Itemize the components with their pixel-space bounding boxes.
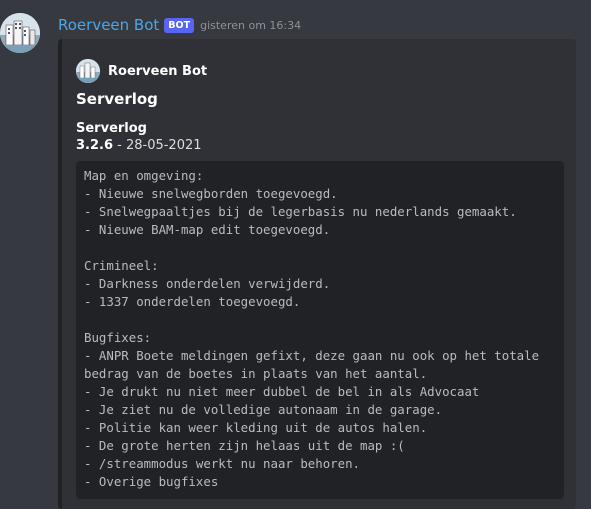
username[interactable]: Roerveen Bot bbox=[58, 16, 159, 34]
code-line: - Je ziet nu de volledige autonaam in de… bbox=[84, 402, 443, 417]
code-line: Crimineel: bbox=[84, 258, 159, 273]
code-line: - Snelwegpaaltjes bij de legerbasis nu n… bbox=[84, 204, 517, 219]
code-line: - Nieuwe BAM-map edit toegevoegd. bbox=[84, 222, 331, 237]
embed-title: Serverlog bbox=[76, 90, 158, 108]
code-line: bedrag van de boetes in plaats van het a… bbox=[84, 366, 428, 381]
chat-message: Roerveen Bot BOT gisteren om 16:34 Roerv… bbox=[0, 0, 591, 509]
bot-avatar-icon[interactable] bbox=[0, 13, 40, 53]
code-line: - Nieuwe snelwegborden toegevoegd. bbox=[84, 186, 338, 201]
embed: Roerveen Bot Serverlog Serverlog 3.2.6 -… bbox=[58, 39, 576, 509]
code-line: - /streammodus werkt nu naar behoren. bbox=[84, 456, 361, 471]
version-date: - 28-05-2021 bbox=[113, 138, 202, 153]
bot-badge: BOT bbox=[164, 17, 195, 33]
code-line: Bugfixes: bbox=[84, 330, 152, 345]
version-number: 3.2.6 bbox=[76, 138, 114, 153]
message-header: Roerveen Bot BOT gisteren om 16:34 bbox=[58, 16, 301, 34]
code-block: Map en omgeving: - Nieuwe snelwegborden t… bbox=[76, 161, 564, 499]
embed-field-name: Serverlog bbox=[76, 121, 147, 136]
code-line: - Je drukt nu niet meer dubbel de bel in… bbox=[84, 384, 480, 399]
code-line: - De grote herten zijn helaas uit de map… bbox=[84, 438, 405, 453]
code-line: - Politie kan weer kleding uit de autos … bbox=[84, 420, 428, 435]
code-line: - ANPR Boete meldingen gefixt, deze gaan… bbox=[84, 348, 540, 363]
code-line: - Overige bugfixes bbox=[84, 474, 219, 489]
embed-author-name[interactable]: Roerveen Bot bbox=[108, 64, 207, 79]
code-line: - Darkness onderdelen verwijderd. bbox=[84, 276, 331, 291]
code-line: Map en omgeving: bbox=[84, 168, 204, 183]
timestamp: gisteren om 16:34 bbox=[200, 18, 302, 32]
code-line: - 1337 onderdelen toegevoegd. bbox=[84, 294, 301, 309]
embed-field-value: 3.2.6 - 28-05-2021 bbox=[76, 138, 202, 153]
author-avatar-icon bbox=[76, 59, 100, 83]
embed-author: Roerveen Bot bbox=[76, 59, 207, 83]
